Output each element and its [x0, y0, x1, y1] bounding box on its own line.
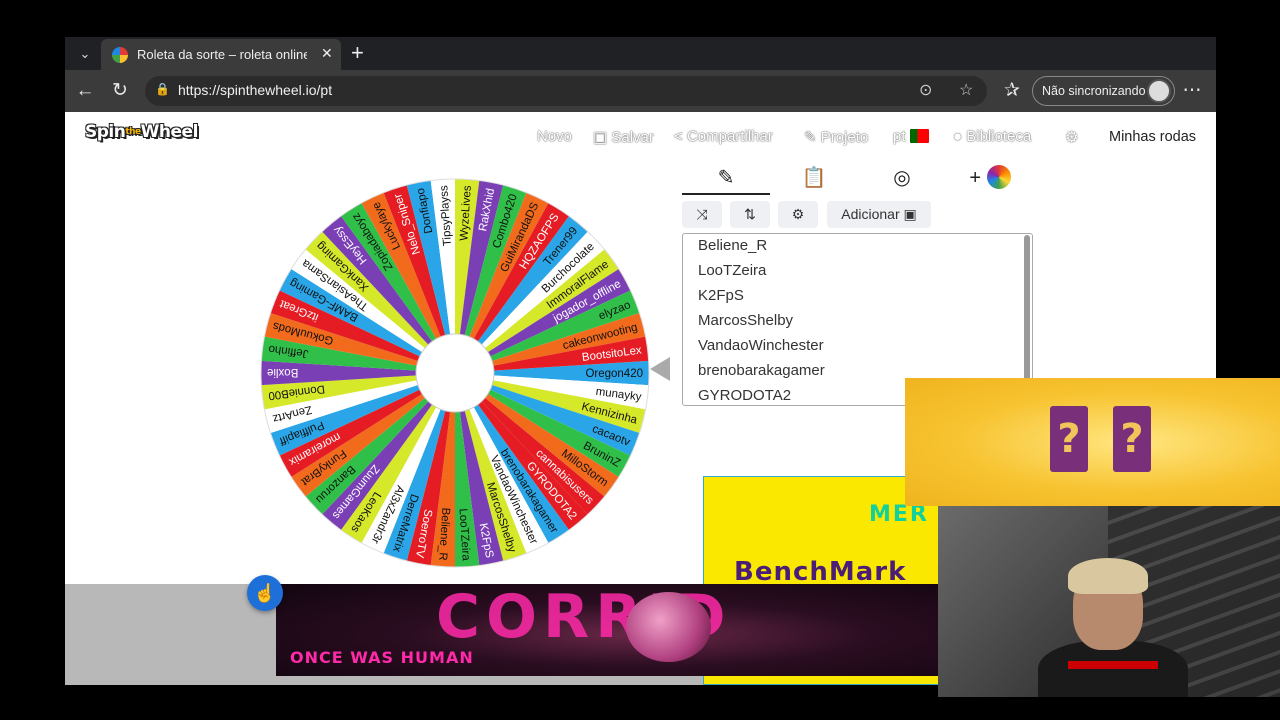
favorite-star-icon[interactable]: ☆: [959, 80, 973, 100]
webcam-feed: [938, 506, 1280, 697]
add-image-label: Adicionar: [841, 206, 900, 222]
entry-item[interactable]: LooTZeira: [698, 262, 766, 279]
nav-share[interactable]: < Compartilhar: [674, 128, 773, 145]
nav-library-label: Biblioteca: [966, 128, 1032, 145]
site-favicon-icon: [112, 47, 128, 63]
back-arrow-icon[interactable]: ←: [73, 79, 97, 103]
nav-library[interactable]: ● Biblioteca: [953, 128, 1031, 145]
hand-pointer-icon[interactable]: ☝: [247, 575, 283, 611]
image-icon: ▣: [903, 206, 917, 222]
nav-project-label: Projeto: [820, 129, 869, 146]
entry-item[interactable]: K2FpS: [698, 287, 744, 304]
entry-item[interactable]: GYRODOTA2: [698, 387, 791, 404]
tab-title: Roleta da sorte – roleta online g: [137, 47, 307, 62]
globe-icon: ●: [953, 128, 967, 145]
jersey-stripe: [1068, 661, 1158, 669]
lock-icon[interactable]: 🔒: [155, 82, 170, 96]
color-wheel-icon: [986, 165, 1011, 189]
nav-share-label: Compartilhar: [686, 128, 773, 145]
more-options-circle-icon[interactable]: ⊙: [919, 80, 932, 100]
portugal-flag-icon: [909, 129, 929, 143]
tab-edit-pencil-icon[interactable]: ✎: [682, 162, 770, 195]
close-tab-icon[interactable]: ✕: [321, 45, 333, 62]
spin-wheel[interactable]: Oregon420munaykyKennizinhacacaotvBruninZ…: [257, 175, 653, 571]
game-ad-banner[interactable]: CORRID ONCE WAS HUMAN: [276, 584, 938, 676]
reload-icon[interactable]: ↻: [108, 79, 132, 103]
profile-avatar: [1147, 79, 1171, 103]
wheel-pointer-icon: [650, 357, 670, 381]
entry-item[interactable]: Beliene_R: [698, 237, 767, 254]
shuffle-button[interactable]: ⤨: [682, 201, 722, 228]
nav-language[interactable]: pt: [893, 128, 929, 145]
plus-icon: +: [969, 167, 987, 189]
entry-item[interactable]: MarcosShelby: [698, 312, 793, 329]
nav-save[interactable]: ▣ Salvar: [593, 128, 654, 146]
tab-results-clipboard-icon[interactable]: 📋: [770, 162, 858, 195]
tab-hide-eye-icon[interactable]: ◎: [858, 162, 946, 195]
language-code: pt: [893, 128, 906, 145]
add-image-button[interactable]: Adicionar ▣: [827, 201, 931, 228]
logo-the: the: [125, 127, 141, 137]
profile-sync-button[interactable]: Não sincronizando: [1032, 76, 1175, 106]
nav-new[interactable]: Novo: [537, 128, 572, 145]
new-tab-button[interactable]: +: [351, 40, 364, 66]
shuffle-icon: ⤨: [696, 206, 708, 222]
entry-item[interactable]: VandaoWinchester: [698, 337, 824, 354]
sync-label: Não sincronizando: [1042, 84, 1146, 98]
tab-list-dropdown-icon[interactable]: ⌄: [73, 42, 97, 66]
my-wheels-link[interactable]: Minhas rodas: [1109, 129, 1196, 145]
editor-tabs: ✎ 📋 ◎ +: [682, 162, 1032, 195]
sort-button[interactable]: ⇅: [730, 201, 770, 228]
gear-icon: ⚙: [791, 206, 805, 222]
brain-image: [626, 592, 711, 662]
entry-item[interactable]: brenobarakagamer: [698, 362, 825, 379]
browser-tab-bar: ⌄ Roleta da sorte – roleta online g ✕ +: [65, 37, 1216, 70]
banner-subtitle: ONCE WAS HUMAN: [290, 648, 474, 667]
more-menu-icon[interactable]: ⋯: [1180, 79, 1204, 103]
stream-overlay-mystery-box: ? ?: [905, 378, 1280, 506]
screen: ⌄ Roleta da sorte – roleta online g ✕ + …: [0, 0, 1280, 720]
nav-project[interactable]: ✎ Projeto: [804, 128, 868, 146]
share-icon: <: [674, 128, 687, 145]
wheel-segment-label: Boxlie: [267, 366, 298, 378]
favorites-list-icon[interactable]: ✰: [1000, 79, 1024, 103]
settings-gear-icon[interactable]: ⚙: [1065, 128, 1078, 146]
save-icon: ▣: [593, 129, 612, 146]
pencil-icon: ✎: [804, 129, 821, 146]
logo-wheel: Wheel: [140, 122, 199, 142]
browser-tab[interactable]: Roleta da sorte – roleta online g ✕: [101, 39, 341, 70]
tab-add-wheel[interactable]: +: [946, 162, 1034, 195]
address-bar[interactable]: 🔒 https://spinthewheel.io/pt ⊙ ☆: [145, 76, 987, 106]
sort-icon: ⇅: [744, 206, 756, 222]
site-logo[interactable]: SpintheWheel: [85, 122, 198, 142]
url-text[interactable]: https://spinthewheel.io/pt: [178, 82, 332, 98]
nav-save-label: Salvar: [611, 129, 654, 146]
question-box-left: ?: [1050, 406, 1088, 472]
wheel-segment-label: Oregon420: [585, 368, 643, 380]
side-ad-main-text: BenchMark: [734, 557, 907, 587]
wheel-center[interactable]: [415, 333, 495, 413]
streamer-hair: [1068, 558, 1148, 594]
settings-button[interactable]: ⚙: [778, 201, 818, 228]
logo-spin: Spin: [85, 122, 126, 142]
address-toolbar: ← ↻ 🔒 https://spinthewheel.io/pt ⊙ ☆ ✰ N…: [65, 70, 1216, 112]
question-box-right: ?: [1113, 406, 1151, 472]
